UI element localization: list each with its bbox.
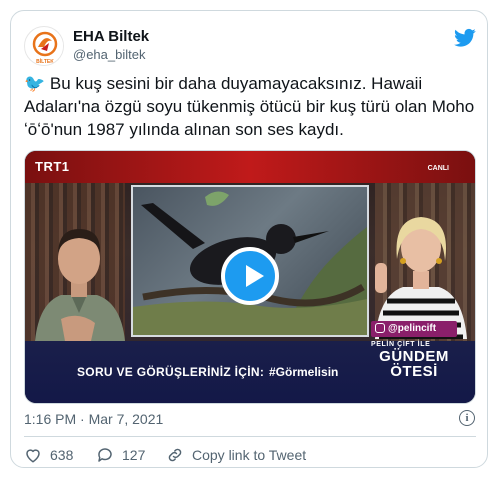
divider — [24, 436, 476, 437]
live-label: CANLI — [427, 165, 449, 172]
tweet-body: Bu kuş sesini bir daha duyamayacaksınız.… — [24, 74, 475, 139]
ticker-text: SORU VE GÖRÜŞLERİNİZ İÇİN: — [77, 365, 265, 379]
copy-link-label: Copy link to Tweet — [192, 447, 307, 463]
channel-logo: TRT1 — [35, 159, 70, 174]
author-name[interactable]: EHA Biltek — [73, 28, 149, 45]
like-button[interactable]: 638 — [24, 446, 73, 464]
show-host-label: PELİN ÇİFT İLE — [371, 341, 431, 348]
video-player[interactable]: TRT1 CANLI SORU VE GÖRÜŞLERİNİZ İÇİN: #G… — [24, 150, 476, 404]
eha-logo-icon: BİLTEK — [26, 28, 63, 65]
play-button[interactable] — [221, 247, 279, 305]
instagram-badge: @pelincift — [371, 321, 457, 337]
author-avatar[interactable]: BİLTEK — [24, 26, 64, 66]
heart-icon — [26, 449, 40, 463]
like-count: 638 — [50, 447, 74, 463]
copy-link-button[interactable]: Copy link to Tweet — [166, 446, 306, 464]
info-icon[interactable]: i — [459, 410, 475, 426]
show-title-line1: GÜNDEM — [379, 348, 449, 365]
svg-text:BİLTEK: BİLTEK — [36, 58, 54, 65]
reply-count: 127 — [122, 447, 146, 463]
host-woman-image — [375, 217, 467, 339]
ticker-hashtag: #Görmelisin — [269, 365, 339, 379]
channel-band — [25, 151, 475, 183]
instagram-handle: @pelincift — [388, 323, 437, 334]
author-handle[interactable]: @eha_biltek — [73, 47, 145, 62]
tweet-timestamp[interactable]: 1:16 PM · Mar 7, 2021 — [24, 411, 163, 427]
instagram-icon — [375, 323, 385, 333]
reply-icon — [98, 448, 112, 462]
host-man-image — [35, 229, 125, 341]
reply-button[interactable]: 127 — [96, 446, 145, 464]
bird-emoji: 🐦 — [24, 74, 46, 93]
show-title-line2: ÖTESİ — [390, 363, 438, 380]
tweet-text: 🐦 Bu kuş sesini bir daha duyamayacaksını… — [24, 72, 480, 141]
link-icon — [168, 448, 182, 462]
twitter-logo-icon[interactable] — [454, 28, 476, 48]
